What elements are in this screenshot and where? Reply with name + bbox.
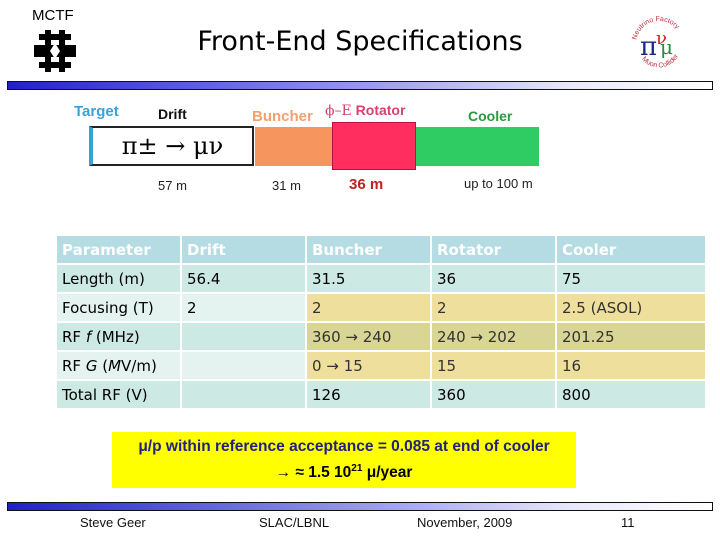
table-cell-highlighted: 240 → 202 [432,323,555,350]
table-cell-highlighted: 360 → 240 [307,323,430,350]
table-cell-highlighted: 2.5 (ASOL) [557,294,705,321]
table-cell: Focusing (T) [57,294,180,321]
column-header: Rotator [432,236,555,263]
table-cell-highlighted: 2 [307,294,430,321]
cooler-section-box [416,127,539,166]
cooler-label: Cooler [468,108,513,124]
rotator-section-box [332,122,416,170]
table-cell [182,381,305,408]
table-cell: 31.5 [307,265,430,292]
org-label: MCTF [32,7,74,24]
rotator-label-text: Rotator [355,102,406,118]
drift-section-box: π± → μν [89,126,254,166]
buncher-section-box [255,127,332,166]
buncher-label: Buncher [252,108,313,125]
table-cell-highlighted: 2 [432,294,555,321]
page-title: Front-End Specifications [197,26,523,57]
table-cell-highlighted: 201.25 [557,323,705,350]
table-row: Total RF (V) 126 360 800 [57,381,705,408]
note-exponent: 21 [351,463,363,474]
table-cell: 360 [432,381,555,408]
table-cell: 2 [182,294,305,321]
table-header-row: Parameter Drift Buncher Rotator Cooler [57,236,705,263]
table-row: RF f (MHz) 360 → 240 240 → 202 201.25 [57,323,705,350]
drift-length-label: 57 m [158,178,187,193]
table-cell-highlighted: 16 [557,352,705,379]
acceptance-note: μ/p within reference acceptance = 0.085 … [112,432,576,488]
table-row: RF G (MV/m) 0 → 15 15 16 [57,352,705,379]
table-cell: 126 [307,381,430,408]
header-divider-bar [7,81,713,90]
svg-text:μ: μ [660,35,673,59]
column-header: Drift [182,236,305,263]
column-header: Buncher [307,236,430,263]
note-line-1: μ/p within reference acceptance = 0.085 … [138,438,550,455]
table-row: Length (m) 56.4 31.5 36 75 [57,265,705,292]
footer-date: November, 2009 [417,515,513,530]
note-line-2-suffix: μ/year [362,464,413,482]
table-cell: Total RF (V) [57,381,180,408]
target-label: Target [74,103,119,120]
neutrino-factory-logo-icon: Neutrino Factory Muon Collider π ν μ [631,16,680,70]
note-line-2: → ≈ 1.5 1021 μ/year [112,458,576,484]
footer-venue: SLAC/LBNL [259,515,330,530]
drift-label: Drift [158,106,187,122]
table-cell-highlighted: 0 → 15 [307,352,430,379]
buncher-length-label: 31 m [272,178,301,193]
fermilab-logo-icon [34,30,76,72]
table-cell: Length (m) [57,265,180,292]
rotator-label: ϕ–E Rotator [325,102,405,119]
table-cell: 75 [557,265,705,292]
table-cell: 56.4 [182,265,305,292]
table-cell [182,352,305,379]
column-header: Parameter [57,236,180,263]
footer-author: Steve Geer [80,515,146,530]
specifications-table: Parameter Drift Buncher Rotator Cooler L… [55,234,707,410]
table-cell-highlighted: 15 [432,352,555,379]
phi-e-prefix: ϕ–E [325,103,352,119]
table-cell [182,323,305,350]
table-cell: 36 [432,265,555,292]
table-cell: 800 [557,381,705,408]
footer-divider-bar [7,502,713,511]
table-cell: RF f (MHz) [57,323,180,350]
footer-page-number: 11 [621,515,635,530]
table-cell: RF G (MV/m) [57,352,180,379]
svg-text:π: π [640,32,657,62]
table-row: Focusing (T) 2 2 2 2.5 (ASOL) [57,294,705,321]
pion-decay-formula: π± → μν [121,132,224,160]
column-header: Cooler [557,236,705,263]
note-line-2-prefix: → ≈ 1.5 10 [275,464,352,482]
rotator-length-label: 36 m [349,176,384,193]
cooler-length-label: up to 100 m [464,176,533,191]
